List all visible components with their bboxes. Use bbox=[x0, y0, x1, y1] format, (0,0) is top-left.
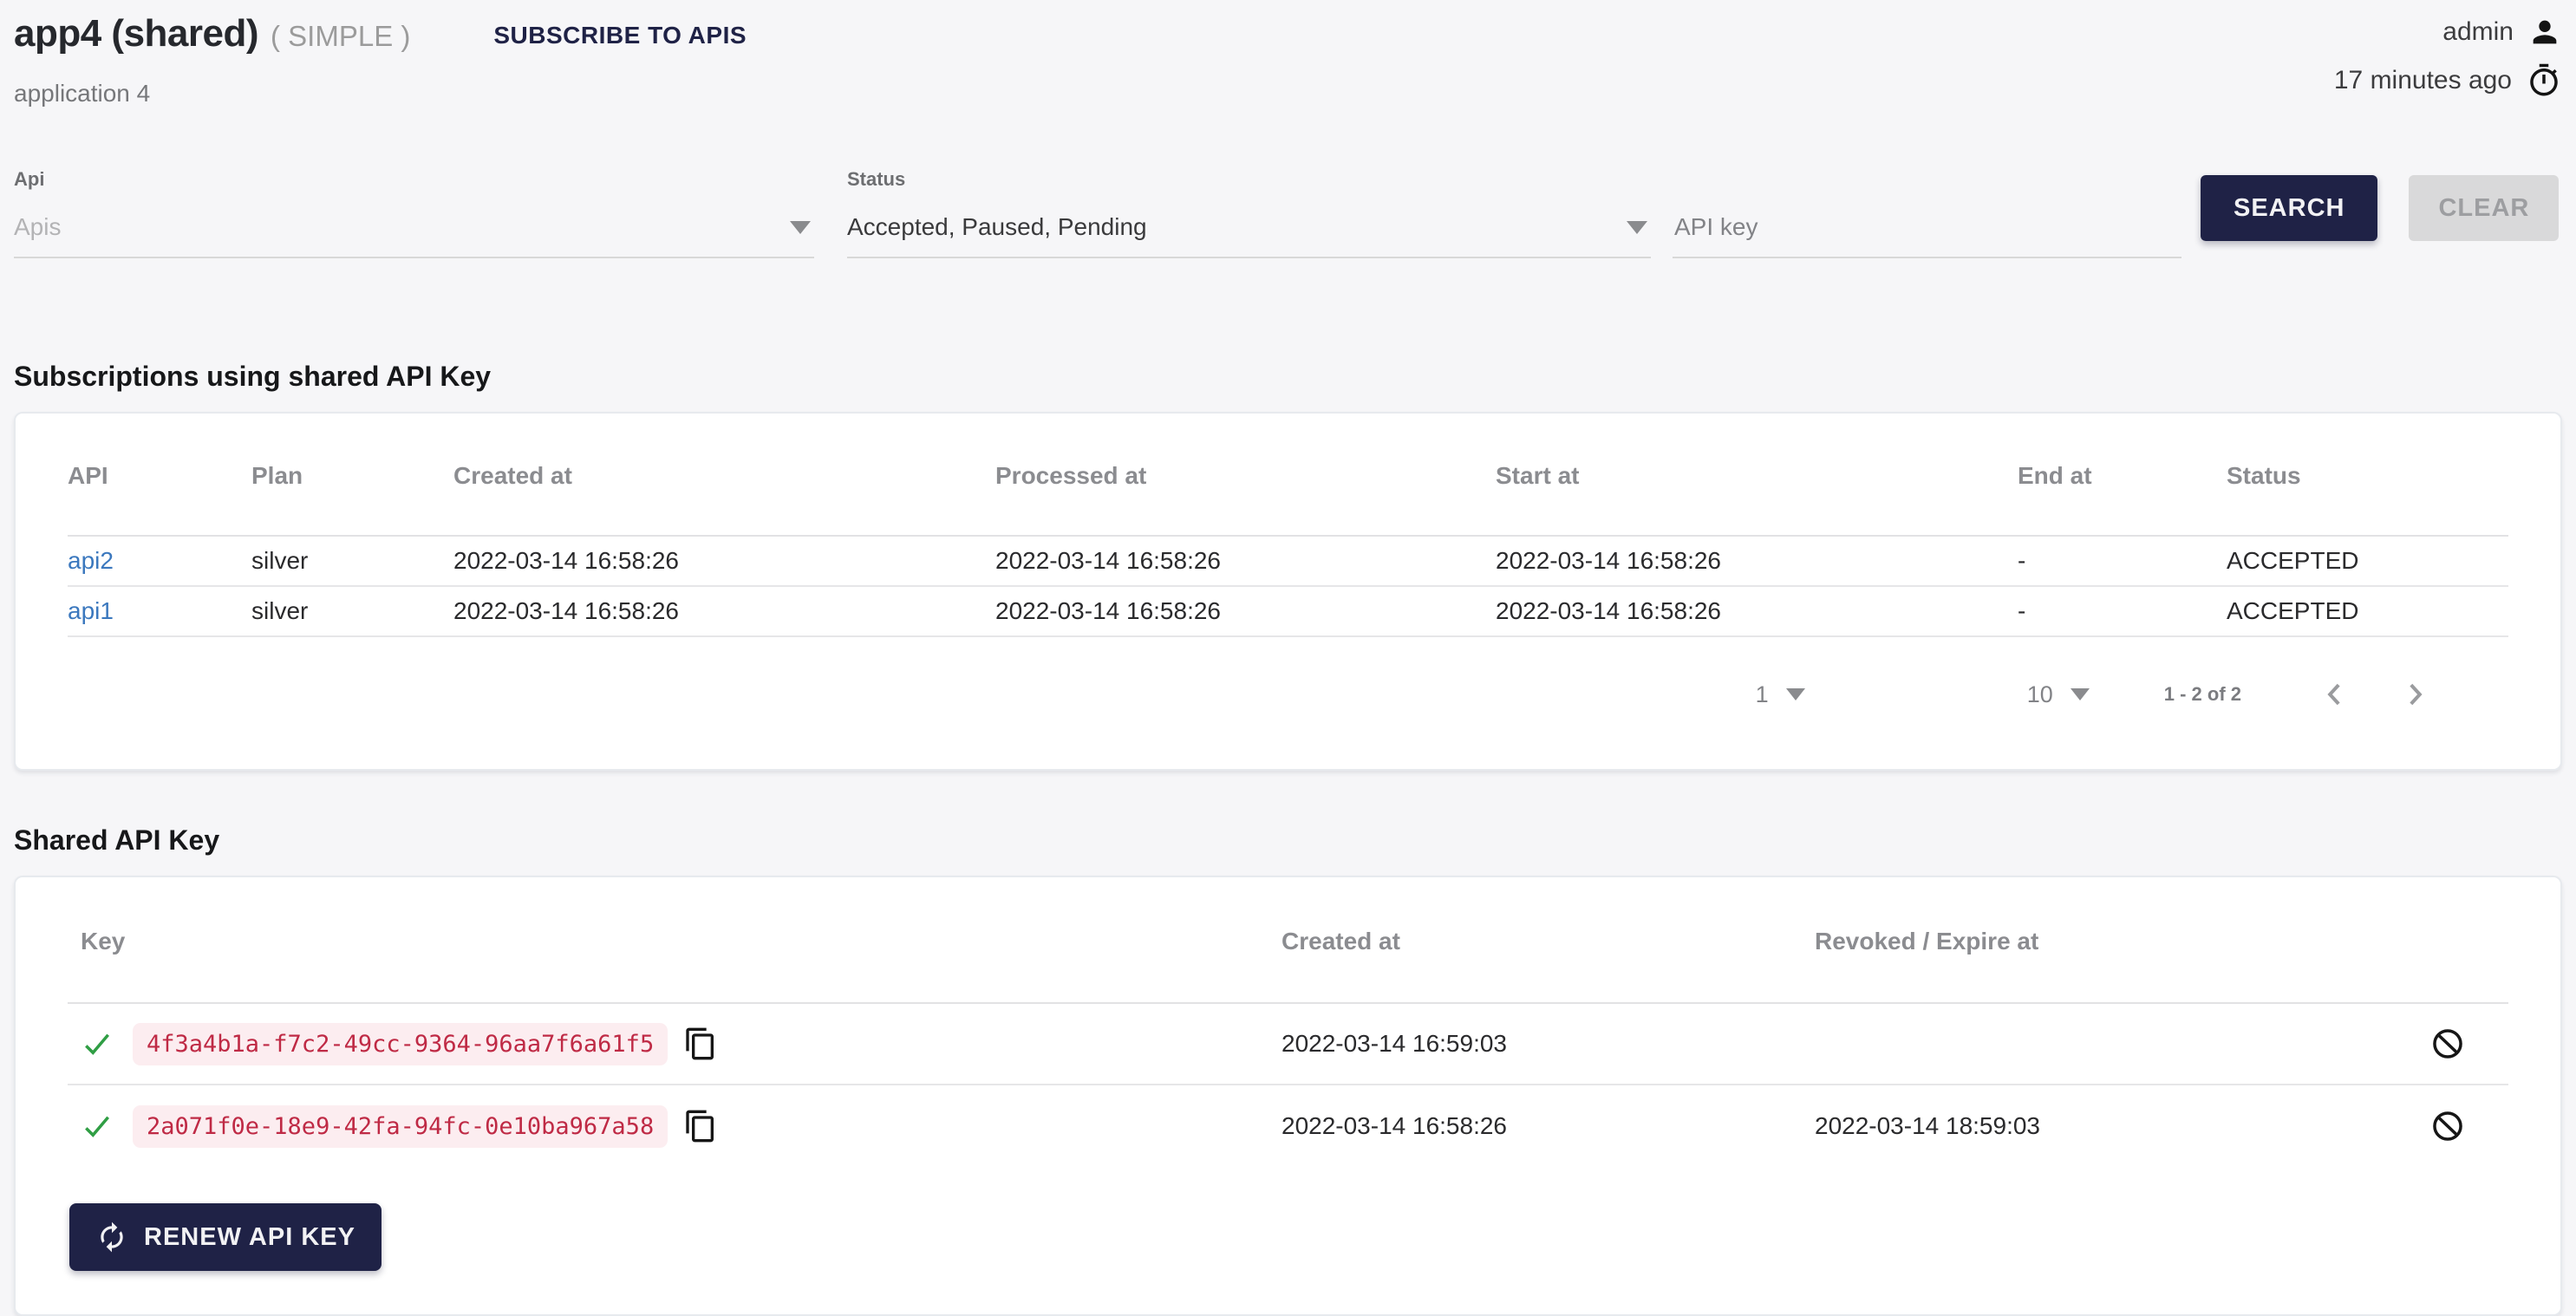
column-header-key: Key bbox=[68, 928, 1281, 955]
column-header-created-at: Created at bbox=[453, 462, 995, 490]
status-cell: ACCEPTED bbox=[2227, 597, 2508, 625]
processed-at-cell: 2022-03-14 16:58:26 bbox=[995, 547, 1496, 575]
next-page-button[interactable] bbox=[2397, 677, 2432, 712]
chevron-down-icon bbox=[2071, 688, 2090, 700]
app-type-badge: ( SIMPLE ) bbox=[271, 20, 410, 53]
shared-api-key-section-title: Shared API Key bbox=[14, 824, 2562, 857]
app-description: application 4 bbox=[14, 80, 747, 107]
last-activity-text: 17 minutes ago bbox=[2334, 66, 2512, 95]
api-key-value: 2a071f0e-18e9-42fa-94fc-0e10ba967a58 bbox=[133, 1105, 668, 1148]
api-key-field bbox=[1673, 168, 2181, 258]
column-header-plan: Plan bbox=[251, 462, 453, 490]
check-icon bbox=[81, 1110, 114, 1143]
copy-icon[interactable] bbox=[683, 1109, 718, 1143]
subscriptions-table-header: API Plan Created at Processed at Start a… bbox=[68, 414, 2508, 537]
header-left: app4 (shared) ( SIMPLE ) SUBSCRIBE TO AP… bbox=[14, 12, 747, 107]
copy-icon[interactable] bbox=[683, 1026, 718, 1061]
subscriptions-section-title: Subscriptions using shared API Key bbox=[14, 361, 2562, 393]
api-key-row: 4f3a4b1a-f7c2-49cc-9364-96aa7f6a61f5 202… bbox=[68, 1004, 2508, 1085]
subscriptions-card: API Plan Created at Processed at Start a… bbox=[14, 412, 2562, 771]
table-row: api2 silver 2022-03-14 16:58:26 2022-03-… bbox=[68, 537, 2508, 587]
header-right: admin 17 minutes ago bbox=[2334, 12, 2562, 101]
renew-button-label: RENEW API KEY bbox=[144, 1223, 355, 1252]
page-header: app4 (shared) ( SIMPLE ) SUBSCRIBE TO AP… bbox=[14, 12, 2562, 107]
timer-icon bbox=[2526, 62, 2562, 99]
created-at-cell: 2022-03-14 16:58:26 bbox=[453, 597, 995, 625]
shared-api-key-card: Key Created at Revoked / Expire at 4f3a4… bbox=[14, 876, 2562, 1316]
column-header-api: API bbox=[68, 462, 251, 490]
application-page: app4 (shared) ( SIMPLE ) SUBSCRIBE TO AP… bbox=[0, 0, 2576, 1316]
page-size-value: 10 bbox=[2027, 681, 2053, 708]
api-key-row: 2a071f0e-18e9-42fa-94fc-0e10ba967a58 202… bbox=[68, 1085, 2508, 1167]
person-icon bbox=[2527, 15, 2562, 49]
key-created-at-cell: 2022-03-14 16:59:03 bbox=[1281, 1030, 1815, 1058]
api-filter-label: Api bbox=[14, 168, 814, 191]
title-row: app4 (shared) ( SIMPLE ) SUBSCRIBE TO AP… bbox=[14, 12, 747, 55]
subscribe-to-apis-link[interactable]: SUBSCRIBE TO APIS bbox=[493, 22, 747, 49]
status-filter-select[interactable]: Status Accepted, Paused, Pending bbox=[847, 168, 1651, 258]
chevron-down-icon bbox=[790, 221, 811, 234]
revoke-key-icon[interactable] bbox=[2429, 1108, 2466, 1144]
page-select[interactable]: 1 bbox=[1756, 681, 1809, 708]
processed-at-cell: 2022-03-14 16:58:26 bbox=[995, 597, 1496, 625]
key-revoked-at-cell: 2022-03-14 18:59:03 bbox=[1815, 1112, 2387, 1140]
api-key-label-spacer bbox=[1673, 168, 2181, 191]
key-created-at-cell: 2022-03-14 16:58:26 bbox=[1281, 1112, 1815, 1140]
clear-button[interactable]: CLEAR bbox=[2409, 175, 2559, 241]
status-filter-value: Accepted, Paused, Pending bbox=[847, 213, 1147, 241]
keys-table-header: Key Created at Revoked / Expire at bbox=[68, 877, 2508, 1004]
column-header-revoked-expire-at: Revoked / Expire at bbox=[1815, 928, 2387, 955]
start-at-cell: 2022-03-14 16:58:26 bbox=[1496, 547, 2018, 575]
last-activity-row: 17 minutes ago bbox=[2334, 61, 2562, 101]
api-filter-placeholder: Apis bbox=[14, 213, 61, 241]
page-title: app4 (shared) bbox=[14, 12, 258, 55]
search-button[interactable]: SEARCH bbox=[2201, 175, 2377, 241]
subscriptions-section: Subscriptions using shared API Key API P… bbox=[14, 361, 2562, 771]
column-header-status: Status bbox=[2227, 462, 2508, 490]
end-at-cell: - bbox=[2018, 597, 2227, 625]
api-link[interactable]: api1 bbox=[68, 597, 114, 624]
api-filter-select[interactable]: Api Apis bbox=[14, 168, 814, 258]
column-header-start-at: Start at bbox=[1496, 462, 2018, 490]
plan-cell: silver bbox=[251, 597, 453, 625]
end-at-cell: - bbox=[2018, 547, 2227, 575]
created-at-cell: 2022-03-14 16:58:26 bbox=[453, 547, 995, 575]
filters-bar: Api Apis Status Accepted, Paused, Pendin… bbox=[14, 168, 2562, 258]
chevron-down-icon bbox=[1786, 688, 1805, 700]
previous-page-button[interactable] bbox=[2318, 677, 2352, 712]
api-key-input[interactable] bbox=[1673, 212, 2181, 242]
pagination-nav bbox=[2318, 677, 2432, 712]
pagination-range: 1 - 2 of 2 bbox=[2164, 683, 2241, 706]
column-header-end-at: End at bbox=[2018, 462, 2227, 490]
user-row: admin bbox=[2334, 12, 2562, 52]
api-key-value: 4f3a4b1a-f7c2-49cc-9364-96aa7f6a61f5 bbox=[133, 1023, 668, 1065]
pagination-bar: 1 10 1 - 2 of 2 bbox=[68, 677, 2508, 769]
start-at-cell: 2022-03-14 16:58:26 bbox=[1496, 597, 2018, 625]
column-header-processed-at: Processed at bbox=[995, 462, 1496, 490]
table-row: api1 silver 2022-03-14 16:58:26 2022-03-… bbox=[68, 587, 2508, 637]
column-header-key-created-at: Created at bbox=[1281, 928, 1815, 955]
chevron-down-icon bbox=[1627, 221, 1647, 234]
status-cell: ACCEPTED bbox=[2227, 547, 2508, 575]
shared-api-key-section: Shared API Key Key Created at Revoked / … bbox=[14, 824, 2562, 1316]
user-name: admin bbox=[2442, 17, 2514, 47]
renew-icon bbox=[95, 1221, 128, 1254]
renew-api-key-button[interactable]: RENEW API KEY bbox=[69, 1203, 382, 1271]
page-size-select[interactable]: 10 bbox=[2027, 681, 2093, 708]
api-link[interactable]: api2 bbox=[68, 547, 114, 574]
page-select-value: 1 bbox=[1756, 681, 1769, 708]
status-filter-label: Status bbox=[847, 168, 1651, 191]
revoke-key-icon[interactable] bbox=[2429, 1026, 2466, 1062]
check-icon bbox=[81, 1027, 114, 1060]
plan-cell: silver bbox=[251, 547, 453, 575]
